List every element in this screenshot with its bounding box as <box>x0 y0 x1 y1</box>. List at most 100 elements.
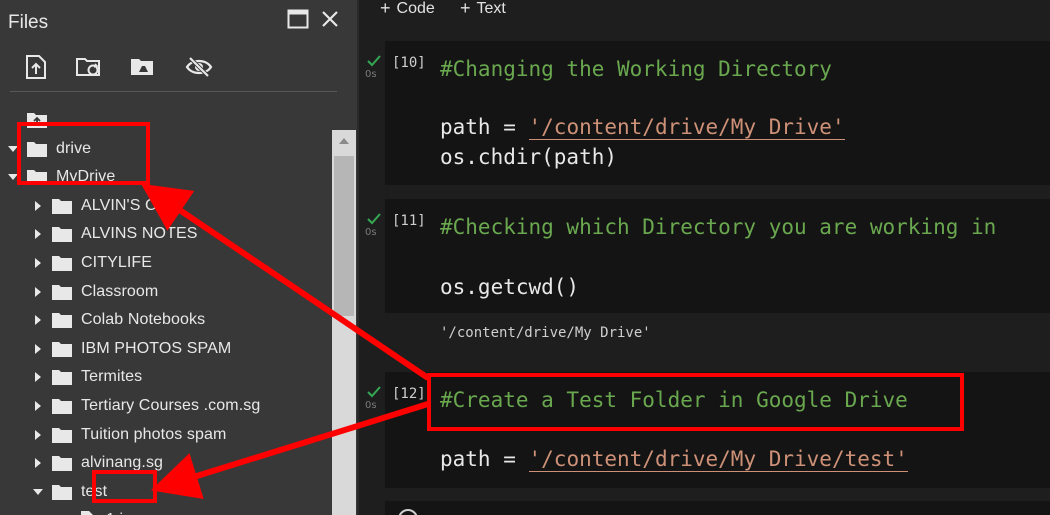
execution-time: 0s <box>365 227 377 238</box>
add-text-label: Text <box>476 0 506 17</box>
plus-icon: + <box>380 0 391 18</box>
caret-right-icon[interactable] <box>31 370 45 384</box>
add-code-button[interactable]: + Code <box>380 0 435 19</box>
annotation-box-create-folder <box>427 373 964 431</box>
plus-icon: + <box>460 0 471 18</box>
folder-icon <box>51 283 73 301</box>
caret-right-icon[interactable] <box>31 342 45 356</box>
add-code-label: Code <box>396 0 435 17</box>
file-icon <box>76 511 98 515</box>
code-cell-next[interactable] <box>359 501 1050 515</box>
caret-right-icon[interactable] <box>31 456 45 470</box>
caret-down-icon[interactable] <box>31 485 45 499</box>
caret-right-icon[interactable] <box>31 227 45 241</box>
code-comment: #Checking which Directory you are workin… <box>440 215 997 239</box>
close-panel-button[interactable] <box>317 6 343 32</box>
drive-folder-icon <box>131 59 153 75</box>
execution-count: [12] <box>392 386 426 402</box>
code-string: '/content/drive/My Drive' <box>528 115 845 140</box>
file-tree-label: ALVIN'S CV <box>81 196 168 214</box>
file-tree-item[interactable]: CITYLIFE <box>31 249 152 277</box>
folder-icon <box>51 225 73 243</box>
folder-icon <box>51 426 73 444</box>
caret-right-icon[interactable] <box>31 313 45 327</box>
folder-icon <box>51 254 73 272</box>
execution-time: 0s <box>365 400 377 411</box>
folder-refresh-icon <box>76 58 100 76</box>
add-text-button[interactable]: + Text <box>460 0 506 19</box>
code-text: path = <box>440 447 529 471</box>
code-text: path = <box>440 115 529 139</box>
code-line: os.chdir(path) <box>440 145 617 169</box>
file-tree-label: Tertiary Courses .com.sg <box>81 397 261 414</box>
code-editor[interactable]: [10] #Changing the Working Directory pat… <box>385 41 1050 185</box>
eye-off-icon <box>185 56 213 78</box>
caret-right-icon[interactable] <box>31 285 45 299</box>
code-editor[interactable]: [11] #Checking which Directory you are w… <box>385 199 1050 313</box>
folder-icon <box>51 340 73 358</box>
upload-file-button[interactable] <box>21 52 51 82</box>
check-icon <box>367 386 381 398</box>
folder-icon <box>51 454 73 472</box>
code-line: os.getcwd() <box>440 275 579 299</box>
code-line: path = '/content/drive/My Drive' <box>440 115 845 140</box>
execution-count: [11] <box>392 213 426 229</box>
file-tree-item[interactable]: IBM PHOTOS SPAM <box>31 335 231 363</box>
cell-output: '/content/drive/My Drive' <box>440 325 651 341</box>
scrollbar-thumb[interactable] <box>334 156 354 316</box>
file-tree-scrollbar[interactable] <box>332 130 356 515</box>
file-tree-item[interactable]: Termites <box>31 363 142 391</box>
file-tree-item[interactable]: Tuition photos spam <box>31 421 226 449</box>
code-text: os.getcwd() <box>440 275 580 299</box>
code-cell-11[interactable]: 0s [11] #Checking which Directory you ar… <box>359 199 1050 353</box>
file-tree-label: Colab Notebooks <box>81 311 206 329</box>
folder-icon <box>51 197 73 215</box>
caret-right-icon[interactable] <box>31 399 45 413</box>
check-icon <box>367 55 381 67</box>
file-tree-label: Tuition photos spam <box>81 425 227 443</box>
file-tree-item[interactable]: ALVINS NOTES <box>31 220 198 248</box>
code-line: #Checking which Directory you are workin… <box>440 215 996 239</box>
check-icon <box>367 213 381 225</box>
code-cell-10[interactable]: 0s [10] #Changing the Working Directory … <box>359 41 1050 185</box>
files-panel: Files .. drive MyDrive ALVIN'S CV ALVINS… <box>0 0 357 515</box>
file-tree-label: Classroom <box>81 282 159 300</box>
mount-drive-button[interactable] <box>128 52 158 82</box>
execution-count: [10] <box>392 55 426 71</box>
code-line: path = '/content/drive/My Drive/test' <box>440 447 908 472</box>
close-icon <box>322 11 338 27</box>
upload-file-icon <box>26 55 46 79</box>
toolbar-divider <box>10 91 337 92</box>
file-tree-item[interactable]: 1.jpeg <box>56 506 150 515</box>
file-tree-item[interactable]: Classroom <box>31 278 158 306</box>
file-tree-item[interactable]: ALVIN'S CV <box>31 192 167 220</box>
code-text: os.chdir(path) <box>440 145 618 169</box>
run-cell-icon[interactable] <box>397 509 419 515</box>
execution-time: 0s <box>365 69 377 80</box>
code-line: #Changing the Working Directory <box>440 57 832 81</box>
code-comment: #Changing the Working Directory <box>440 57 832 81</box>
code-editor[interactable] <box>385 501 1050 515</box>
file-tree-item[interactable]: Tertiary Courses .com.sg <box>31 392 260 420</box>
scroll-up-arrow[interactable] <box>339 138 349 144</box>
folder-icon <box>51 311 73 329</box>
folder-icon <box>51 368 73 386</box>
open-in-tab-button[interactable] <box>285 6 311 32</box>
file-tree-label: IBM PHOTOS SPAM <box>81 339 232 357</box>
file-tree-label: Termites <box>81 368 143 386</box>
notebook-toolbar: + Code + Text <box>359 0 1050 20</box>
refresh-button[interactable] <box>74 52 104 82</box>
annotation-box-drive <box>17 122 150 185</box>
files-panel-title: Files <box>8 12 49 33</box>
caret-right-icon[interactable] <box>31 256 45 270</box>
window-icon <box>287 9 309 29</box>
file-tree-item[interactable]: Colab Notebooks <box>31 306 205 334</box>
caret-right-icon[interactable] <box>31 199 45 213</box>
annotation-box-test <box>92 470 157 503</box>
caret-right-icon[interactable] <box>31 428 45 442</box>
folder-icon <box>51 397 73 415</box>
file-tree-label: CITYLIFE <box>81 254 153 271</box>
file-tree-label: 1.jpeg <box>106 511 150 515</box>
toggle-hidden-files-button[interactable] <box>184 52 214 82</box>
file-tree-label: ALVINS NOTES <box>81 225 198 243</box>
